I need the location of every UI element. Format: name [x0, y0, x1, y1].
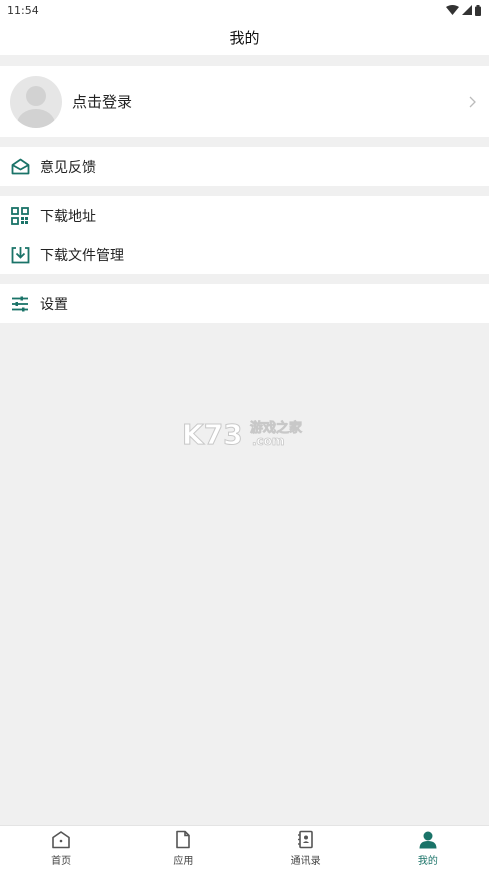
menu-label-download-address: 下载地址	[40, 208, 96, 225]
bottom-nav: 首页 应用 通讯录 我的	[0, 825, 489, 869]
file-icon	[174, 830, 192, 849]
page-title: 我的	[229, 29, 260, 47]
status-bar: 11:54	[0, 0, 489, 20]
qr-code-icon	[10, 206, 30, 226]
menu-label-settings: 设置	[40, 296, 68, 313]
watermark-brand: K73	[182, 418, 243, 450]
nav-label-mine: 我的	[417, 856, 438, 867]
login-card[interactable]: 点击登录	[0, 66, 489, 137]
screen: 11:54 我的 点击登录 意见反馈 下载地址 下载文件管理 设置 K73 游戏…	[0, 0, 489, 869]
home-icon	[51, 830, 71, 849]
status-icons	[446, 4, 481, 16]
page-header: 我的	[0, 20, 489, 55]
nav-item-apps[interactable]: 应用	[122, 826, 244, 869]
nav-item-mine[interactable]: 我的	[367, 826, 489, 869]
sliders-icon	[10, 294, 30, 314]
menu-item-download-address[interactable]: 下载地址	[0, 196, 489, 235]
nav-item-contacts[interactable]: 通讯录	[245, 826, 367, 869]
wifi-icon	[446, 5, 459, 15]
signal-icon	[462, 5, 472, 15]
chevron-right-icon	[469, 93, 476, 112]
contacts-icon	[297, 830, 315, 849]
menu-label-feedback: 意见反馈	[40, 159, 96, 176]
default-avatar-icon	[10, 75, 62, 128]
feedback-group: 意见反馈	[0, 147, 489, 186]
nav-label-home: 首页	[51, 856, 72, 867]
nav-label-contacts: 通讯录	[290, 856, 321, 867]
download-group: 下载地址 下载文件管理	[0, 196, 489, 274]
watermark-logo: K73 游戏之家 .com	[182, 418, 308, 454]
nav-item-home[interactable]: 首页	[0, 826, 122, 869]
person-icon	[418, 830, 438, 849]
menu-item-settings[interactable]: 设置	[0, 284, 489, 323]
menu-item-feedback[interactable]: 意见反馈	[0, 147, 489, 186]
watermark-domain: .com	[252, 434, 284, 448]
settings-group: 设置	[0, 284, 489, 323]
battery-icon	[475, 4, 481, 16]
menu-item-download-manager[interactable]: 下载文件管理	[0, 235, 489, 274]
status-time: 11:54	[7, 3, 39, 17]
login-label: 点击登录	[72, 93, 133, 111]
mail-open-icon	[10, 157, 30, 177]
nav-label-apps: 应用	[173, 856, 194, 867]
download-tray-icon	[10, 245, 30, 265]
menu-label-download-manager: 下载文件管理	[40, 247, 124, 264]
